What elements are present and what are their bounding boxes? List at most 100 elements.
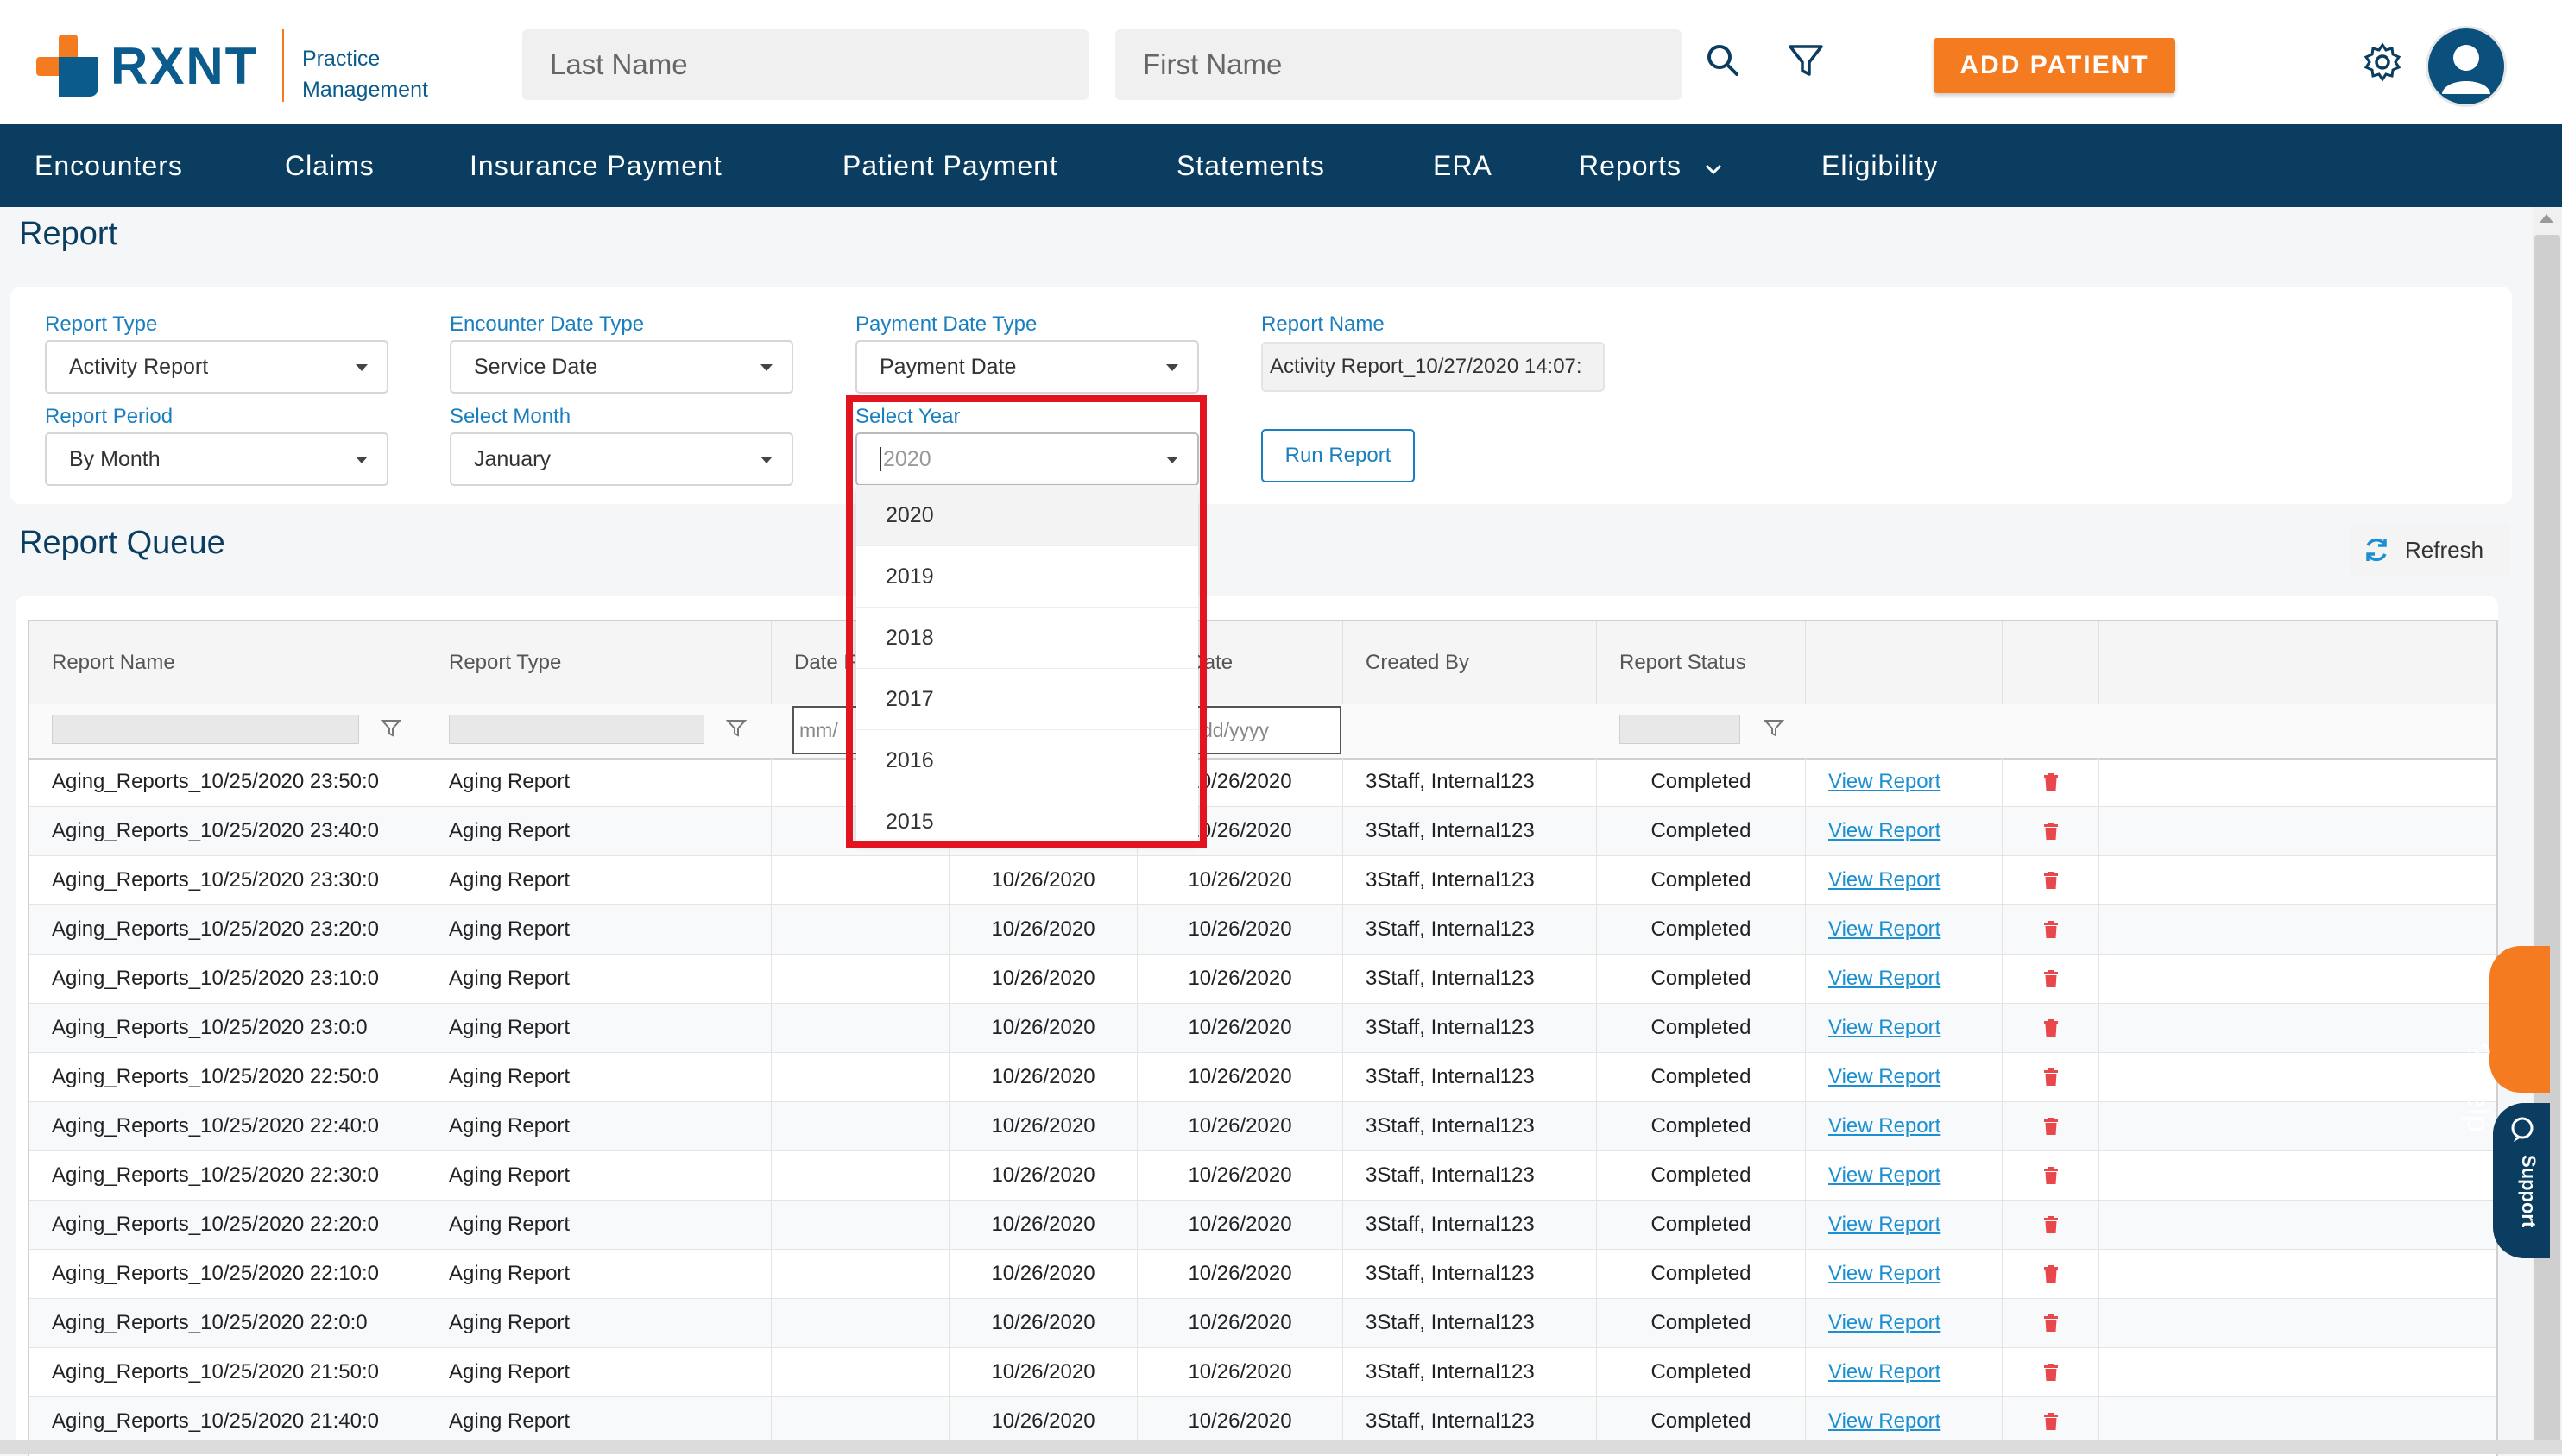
horizontal-scrollbar[interactable] (0, 1440, 2562, 1454)
gear-icon[interactable] (2362, 41, 2403, 83)
payment-date-type-label: Payment Date Type (855, 312, 1038, 336)
cell-report-type: Aging Report (426, 807, 772, 855)
trash-icon[interactable] (2043, 823, 2059, 840)
cell-view: View Report (1806, 807, 2003, 855)
help-tab[interactable]: ? Help (2461, 946, 2550, 1132)
cell-date-from (772, 856, 950, 904)
report-type-select[interactable]: Activity Report (45, 340, 388, 394)
report-period-select[interactable]: By Month (45, 432, 388, 486)
help-label: ? Help (2461, 1043, 2496, 1133)
trash-icon[interactable] (2043, 1167, 2059, 1184)
nav-insurance-payment[interactable]: Insurance Payment (470, 124, 723, 207)
rxnt-logo[interactable]: RXNT (36, 31, 258, 100)
trash-icon[interactable] (2043, 970, 2059, 987)
report-name-field[interactable]: Activity Report_10/27/2020 14:07: (1261, 342, 1605, 392)
created-date-filter-input[interactable]: dd/yyyy (1195, 706, 1341, 754)
trash-icon[interactable] (2043, 1216, 2059, 1233)
trash-icon[interactable] (2043, 1413, 2059, 1430)
add-patient-button[interactable]: ADD PATIENT (1934, 38, 2175, 93)
select-month-label: Select Month (450, 405, 571, 428)
first-name-input[interactable]: First Name (1115, 29, 1682, 100)
view-report-link[interactable]: View Report (1828, 1409, 1940, 1433)
view-report-link[interactable]: View Report (1828, 1016, 1940, 1039)
nav-claims[interactable]: Claims (285, 124, 375, 207)
cell-report-name: Aging_Reports_10/25/2020 23:30:0 (29, 856, 426, 904)
trash-icon[interactable] (2043, 1068, 2059, 1086)
trash-icon[interactable] (2043, 1265, 2059, 1283)
encounter-date-type-select[interactable]: Service Date (450, 340, 793, 394)
encounter-date-type-label: Encounter Date Type (450, 312, 645, 336)
nav-eligibility[interactable]: Eligibility (1821, 124, 1938, 207)
view-report-link[interactable]: View Report (1828, 819, 1940, 842)
cell-view: View Report (1806, 1053, 2003, 1101)
filter-icon[interactable] (725, 716, 748, 739)
view-report-link[interactable]: View Report (1828, 1262, 1940, 1285)
col-report-type[interactable]: Report Type (426, 621, 772, 704)
nav-patient-payment[interactable]: Patient Payment (842, 124, 1058, 207)
table-filter-row: mm/ dd/yyyy (29, 704, 2496, 760)
view-report-link[interactable]: View Report (1828, 1213, 1940, 1236)
cell-date-from (772, 1053, 950, 1101)
status-filter-input[interactable] (1619, 715, 1740, 744)
cell-created-date: 10/26/2020 (1138, 1250, 1343, 1298)
trash-icon[interactable] (2043, 872, 2059, 889)
report-type-filter-input[interactable] (449, 715, 704, 744)
payment-date-type-select[interactable]: Payment Date (855, 340, 1199, 394)
search-icon[interactable] (1702, 40, 1744, 81)
cell-delete (2003, 1397, 2099, 1446)
select-month-select[interactable]: January (450, 432, 793, 486)
cell-date-from (772, 1299, 950, 1347)
encounter-date-type-value: Service Date (474, 355, 598, 379)
cell-date-2: 10/26/2020 (950, 856, 1138, 904)
cell-report-status: Completed (1597, 1299, 1806, 1347)
filter-icon[interactable] (1763, 716, 1785, 739)
view-report-link[interactable]: View Report (1828, 1163, 1940, 1187)
view-report-link[interactable]: View Report (1828, 1311, 1940, 1334)
col-report-status[interactable]: Report Status (1597, 621, 1806, 704)
trash-icon[interactable] (2043, 1314, 2059, 1332)
run-report-button[interactable]: Run Report (1261, 429, 1415, 482)
view-report-link[interactable]: View Report (1828, 1114, 1940, 1138)
nav-reports[interactable]: Reports (1579, 124, 1723, 207)
nav-encounters[interactable]: Encounters (35, 124, 183, 207)
scroll-up-arrow-icon[interactable] (2540, 214, 2553, 223)
page-scrollbar-thumb[interactable] (2534, 235, 2560, 1443)
trash-icon[interactable] (2043, 773, 2059, 791)
last-name-input[interactable]: Last Name (522, 29, 1089, 100)
trash-icon[interactable] (2043, 1118, 2059, 1135)
cell-created-by: 3Staff, Internal123 (1343, 1053, 1597, 1101)
cell-created-date: 10/26/2020 (1138, 1151, 1343, 1200)
table-row: Aging_Reports_10/25/2020 23:40:0 Aging Re… (29, 807, 2496, 856)
filter-icon[interactable] (380, 716, 402, 739)
view-report-link[interactable]: View Report (1828, 917, 1940, 941)
cell-date-2: 10/26/2020 (950, 1102, 1138, 1150)
col-report-name[interactable]: Report Name (29, 621, 426, 704)
cell-date-2: 10/26/2020 (950, 1348, 1138, 1396)
cell-report-name: Aging_Reports_10/25/2020 23:40:0 (29, 807, 426, 855)
chat-bubble-icon (2511, 1117, 2534, 1142)
trash-icon[interactable] (2043, 1019, 2059, 1037)
nav-era[interactable]: ERA (1433, 124, 1492, 207)
report-name-filter-input[interactable] (52, 715, 359, 744)
filter-icon[interactable] (1785, 40, 1827, 81)
refresh-button[interactable]: Refresh (2350, 523, 2510, 577)
cell-delete (2003, 807, 2099, 855)
view-report-link[interactable]: View Report (1828, 1360, 1940, 1384)
table-row: Aging_Reports_10/25/2020 22:0:0 Aging Rep… (29, 1299, 2496, 1348)
view-report-link[interactable]: View Report (1828, 967, 1940, 990)
cell-created-date: 10/26/2020 (1138, 1053, 1343, 1101)
table-row: Aging_Reports_10/25/2020 22:10:0 Aging Re… (29, 1250, 2496, 1299)
cell-report-type: Aging Report (426, 758, 772, 806)
view-report-link[interactable]: View Report (1828, 770, 1940, 793)
user-avatar-icon[interactable] (2426, 26, 2507, 107)
support-tab[interactable]: Support (2493, 1103, 2550, 1258)
nav-statements[interactable]: Statements (1177, 124, 1325, 207)
cell-report-status: Completed (1597, 1397, 1806, 1446)
trash-icon[interactable] (2043, 921, 2059, 938)
view-report-link[interactable]: View Report (1828, 1065, 1940, 1088)
cell-report-name: Aging_Reports_10/25/2020 22:10:0 (29, 1250, 426, 1298)
col-created-by[interactable]: Created By (1343, 621, 1597, 704)
cell-date-from (772, 955, 950, 1003)
trash-icon[interactable] (2043, 1364, 2059, 1381)
view-report-link[interactable]: View Report (1828, 868, 1940, 892)
